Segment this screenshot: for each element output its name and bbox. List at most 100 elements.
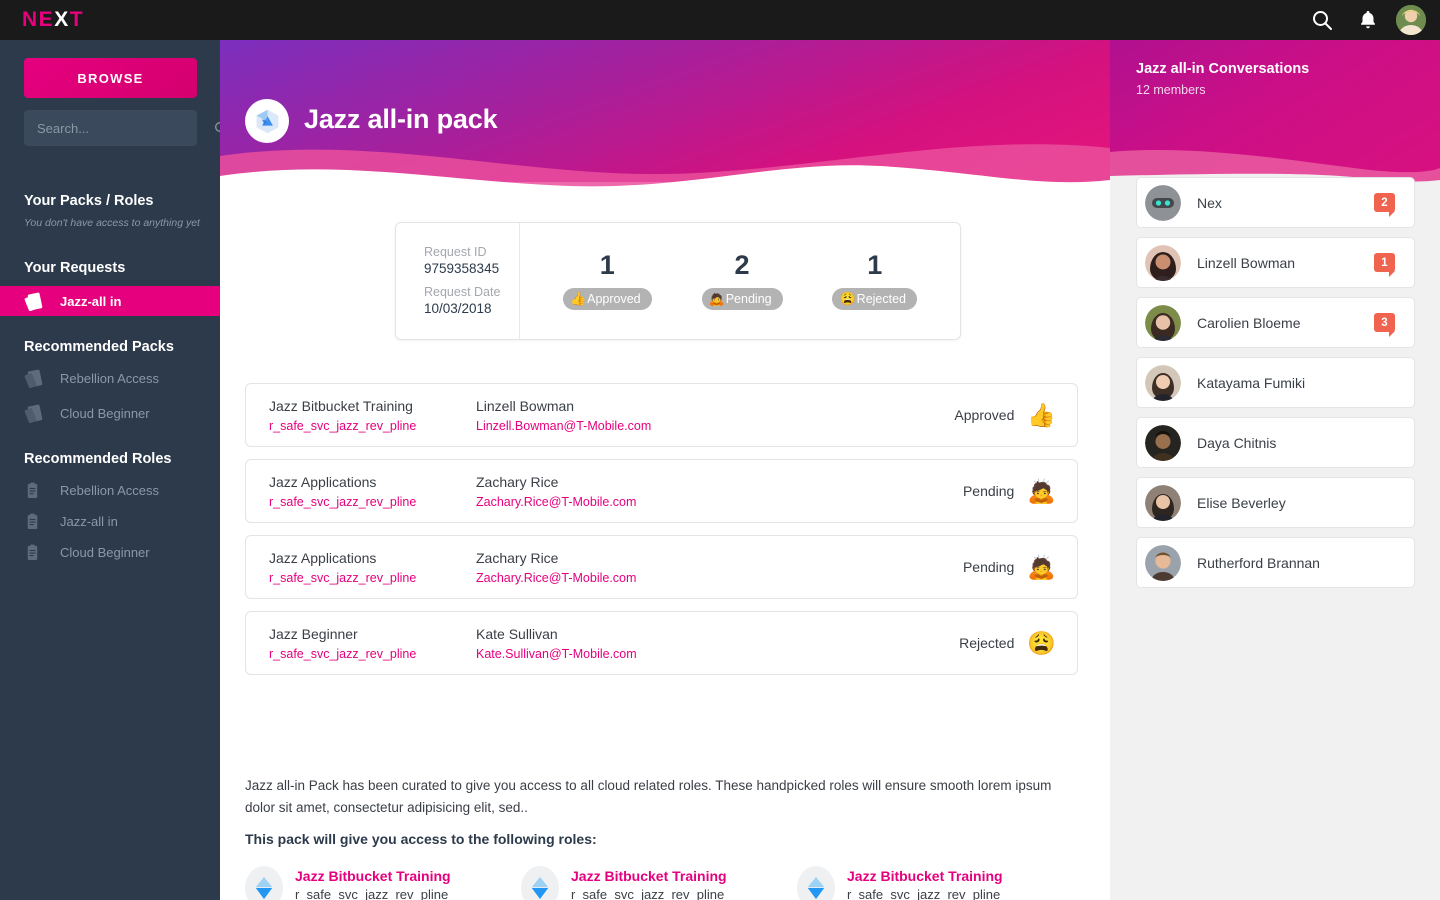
request-meta: Request ID 9759358345 Request Date 10/03… (396, 223, 520, 339)
thumbs-up-icon: 👍 (569, 291, 587, 306)
approver-email[interactable]: Linzell.Bowman@T-Mobile.com (476, 419, 954, 433)
search-icon[interactable] (213, 120, 220, 136)
bowing-person-icon: 🙇 (1027, 477, 1056, 504)
approver-name: Linzell Bowman (476, 397, 575, 414)
top-navigation-bar: NEXT (0, 0, 1440, 40)
sidebar-item-jazz-all-in-role[interactable]: Jazz-all in (0, 506, 220, 536)
list-item[interactable]: Jazz Bitbucket Training r_safe_svc_jazz_… (245, 866, 521, 900)
weary-face-icon: 😩 (839, 291, 856, 306)
hero-wave-decoration (220, 144, 1110, 192)
conversation-name: Daya Chitnis (1197, 434, 1277, 451)
list-item[interactable]: Rutherford Brannan (1136, 537, 1415, 588)
hexagon-pack-icon (245, 99, 289, 143)
section-title-your-requests: Your Requests (24, 260, 126, 276)
sidebar: BROWSE Your Packs / Roles You don't have… (0, 40, 220, 900)
table-row[interactable]: Jazz Bitbucket Training r_safe_svc_jazz_… (245, 383, 1078, 447)
role-name: Jazz Bitbucket Training (269, 397, 413, 414)
sidebar-item-cloud-beginner-role[interactable]: Cloud Beginner (0, 537, 220, 567)
status-label: Pending (962, 559, 1015, 575)
pack-icon (24, 403, 50, 423)
unread-badge: 2 (1374, 193, 1395, 217)
sidebar-item-cloud-beginner-pack[interactable]: Cloud Beginner (0, 398, 220, 428)
status-badge: 👍 Approved (562, 288, 652, 310)
sidebar-item-jazz-all-in[interactable]: Jazz-all in (0, 286, 220, 316)
list-item[interactable]: Jazz Bitbucket Training r_safe_svc_jazz_… (521, 866, 797, 900)
role-name: Jazz Beginner (269, 625, 358, 642)
status-label: Rejected (959, 635, 1015, 651)
logo-text-pre: NE (22, 8, 55, 31)
list-item[interactable]: Elise Beverley (1136, 477, 1415, 528)
list-item[interactable]: Jazz Bitbucket Training r_safe_svc_jazz_… (797, 866, 1073, 900)
row-status: Pending 🙇 (963, 477, 1077, 504)
avatar (1145, 484, 1181, 521)
approver-email[interactable]: Kate.Sullivan@T-Mobile.com (476, 647, 959, 661)
pack-icon (24, 368, 50, 388)
row-approver: Linzell Bowman Linzell.Bowman@T-Mobile.c… (476, 398, 954, 433)
table-row[interactable]: Jazz Applications r_safe_svc_jazz_rev_pl… (245, 459, 1078, 523)
avatar[interactable] (1396, 5, 1426, 35)
sidebar-item-rebellion-access-role[interactable]: Rebellion Access (0, 475, 220, 505)
conversations-member-count: 12 members (1136, 83, 1206, 97)
conversation-name: Elise Beverley (1197, 494, 1286, 511)
role-card-title[interactable]: Jazz Bitbucket Training (571, 868, 727, 884)
role-code[interactable]: r_safe_svc_jazz_rev_pline (269, 571, 476, 585)
request-stats: 1 👍 Approved 2 🙇 Pending 1 😩 Rejected (520, 223, 960, 339)
stat-pending: 2 🙇 Pending (701, 252, 783, 310)
stat-approved: 1 👍 Approved (562, 252, 652, 310)
role-code[interactable]: r_safe_svc_jazz_rev_pline (269, 647, 476, 661)
table-row[interactable]: Jazz Beginner r_safe_svc_jazz_rev_pline … (245, 611, 1078, 675)
role-card-title[interactable]: Jazz Bitbucket Training (295, 868, 451, 884)
row-role: Jazz Beginner r_safe_svc_jazz_rev_pline (246, 626, 476, 661)
request-date-value: 10/03/2018 (424, 301, 492, 316)
role-card-body: Jazz Bitbucket Training r_safe_svc_jazz_… (295, 866, 451, 900)
conversation-list: Nex 2 Linzell Bowman 1 Carolien Bloeme 3… (1136, 177, 1415, 597)
role-code[interactable]: r_safe_svc_jazz_rev_pline (269, 419, 476, 433)
sidebar-item-label: Rebellion Access (60, 370, 159, 386)
list-item[interactable]: Carolien Bloeme 3 (1136, 297, 1415, 348)
role-code[interactable]: r_safe_svc_jazz_rev_pline (269, 495, 476, 509)
clipboard-icon (24, 511, 50, 531)
role-card-title[interactable]: Jazz Bitbucket Training (847, 868, 1003, 884)
table-row[interactable]: Jazz Applications r_safe_svc_jazz_rev_pl… (245, 535, 1078, 599)
sidebar-item-label: Rebellion Access (60, 482, 159, 498)
app-logo[interactable]: NEXT (22, 8, 84, 32)
list-item[interactable]: Linzell Bowman 1 (1136, 237, 1415, 288)
pack-icon (24, 291, 50, 311)
role-card-list: Jazz Bitbucket Training r_safe_svc_jazz_… (245, 866, 1085, 900)
role-card-body: Jazz Bitbucket Training r_safe_svc_jazz_… (571, 866, 727, 900)
thumbs-up-icon: 👍 (1027, 401, 1056, 428)
conversation-name: Katayama Fumiki (1197, 374, 1306, 391)
request-list: Jazz Bitbucket Training r_safe_svc_jazz_… (245, 383, 1078, 687)
approver-email[interactable]: Zachary.Rice@T-Mobile.com (476, 571, 963, 585)
diamond-role-icon (797, 866, 835, 900)
stat-rejected: 1 😩 Rejected (832, 252, 918, 310)
status-badge-label: Pending (725, 292, 772, 306)
list-item[interactable]: Daya Chitnis (1136, 417, 1415, 468)
search-icon[interactable] (1310, 8, 1334, 32)
logo-text-x: X (54, 8, 70, 31)
status-badge-label: Rejected (856, 292, 907, 306)
approver-name: Zachary Rice (476, 549, 559, 566)
sidebar-search-box[interactable] (24, 110, 220, 146)
list-item[interactable]: Nex 2 (1136, 177, 1415, 228)
list-item[interactable]: Katayama Fumiki (1136, 357, 1415, 408)
row-approver: Zachary Rice Zachary.Rice@T-Mobile.com (476, 474, 963, 509)
status-badge-label: Approved (587, 292, 641, 306)
approver-name: Zachary Rice (476, 473, 559, 490)
role-card-body: Jazz Bitbucket Training r_safe_svc_jazz_… (847, 866, 1003, 900)
bot-avatar (1145, 184, 1181, 221)
avatar (1145, 364, 1181, 401)
browse-button[interactable]: BROWSE (24, 58, 197, 98)
sidebar-item-rebellion-access-pack[interactable]: Rebellion Access (0, 363, 220, 393)
row-role: Jazz Bitbucket Training r_safe_svc_jazz_… (246, 398, 476, 433)
clipboard-icon (24, 480, 50, 500)
conversation-name: Nex (1197, 194, 1222, 211)
conversations-title: Jazz all-in Conversations (1136, 61, 1310, 77)
approver-email[interactable]: Zachary.Rice@T-Mobile.com (476, 495, 963, 509)
row-role: Jazz Applications r_safe_svc_jazz_rev_pl… (246, 474, 476, 509)
bell-icon[interactable] (1356, 8, 1380, 32)
section-title-packs-roles: Your Packs / Roles (24, 193, 154, 209)
logo-text-post: T (69, 8, 85, 31)
row-role: Jazz Applications r_safe_svc_jazz_rev_pl… (246, 550, 476, 585)
search-input[interactable] (24, 120, 213, 136)
